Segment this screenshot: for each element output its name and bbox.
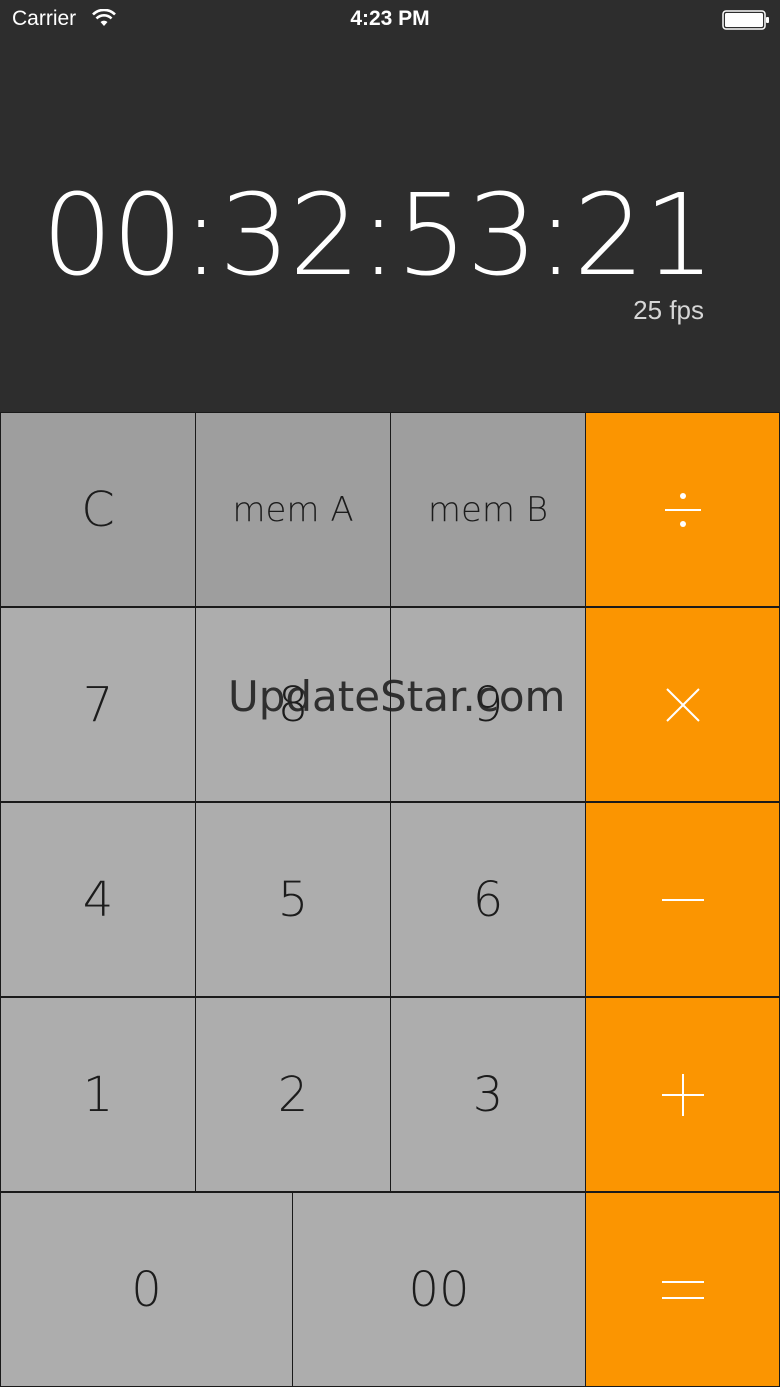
- key-8[interactable]: 8: [195, 607, 391, 802]
- key-3[interactable]: 3: [390, 997, 586, 1192]
- status-bar: Carrier 4:23 PM: [0, 0, 780, 40]
- fps-label: 25 fps: [633, 295, 704, 325]
- key-5-label: 5: [277, 871, 309, 928]
- key-5[interactable]: 5: [195, 802, 391, 997]
- key-2[interactable]: 2: [195, 997, 391, 1192]
- clear-button[interactable]: C: [0, 412, 196, 607]
- timecode-display: 00:32:53:21 25 fps: [0, 40, 780, 412]
- keypad: C mem A mem B 7 8 9 4 5 6 1 2 3 0 00: [0, 412, 780, 1387]
- equals-button[interactable]: [585, 1192, 780, 1387]
- mem-b-label: mem B: [427, 489, 549, 530]
- clear-label: C: [81, 481, 115, 538]
- key-0[interactable]: 0: [0, 1192, 293, 1387]
- divide-button[interactable]: [585, 412, 780, 607]
- key-00-label: 00: [408, 1261, 470, 1318]
- key-4[interactable]: 4: [0, 802, 196, 997]
- key-4-label: 4: [82, 871, 114, 928]
- plus-icon: [661, 1073, 704, 1116]
- mem-a-button[interactable]: mem A: [195, 412, 391, 607]
- key-6[interactable]: 6: [390, 802, 586, 997]
- key-3-label: 3: [472, 1066, 504, 1123]
- battery-icon: [722, 10, 769, 30]
- key-1[interactable]: 1: [0, 997, 196, 1192]
- key-00[interactable]: 00: [292, 1192, 586, 1387]
- key-9[interactable]: 9: [390, 607, 586, 802]
- status-clock: 4:23 PM: [350, 7, 430, 30]
- divide-icon: [664, 492, 701, 527]
- plus-button[interactable]: [585, 997, 780, 1192]
- mem-b-button[interactable]: mem B: [390, 412, 586, 607]
- key-1-label: 1: [82, 1066, 114, 1123]
- multiply-icon: [665, 687, 700, 722]
- key-0-label: 0: [131, 1261, 162, 1318]
- timecode-readout: 00:32:53:21: [41, 171, 715, 301]
- key-9-label: 9: [472, 676, 504, 733]
- multiply-button[interactable]: [585, 607, 780, 802]
- key-8-label: 8: [277, 676, 309, 733]
- key-7-label: 7: [82, 676, 114, 733]
- minus-icon: [661, 898, 704, 901]
- key-6-label: 6: [472, 871, 504, 928]
- mem-a-label: mem A: [232, 489, 354, 530]
- equals-icon: [661, 1280, 704, 1299]
- key-7[interactable]: 7: [0, 607, 196, 802]
- key-2-label: 2: [277, 1066, 309, 1123]
- minus-button[interactable]: [585, 802, 780, 997]
